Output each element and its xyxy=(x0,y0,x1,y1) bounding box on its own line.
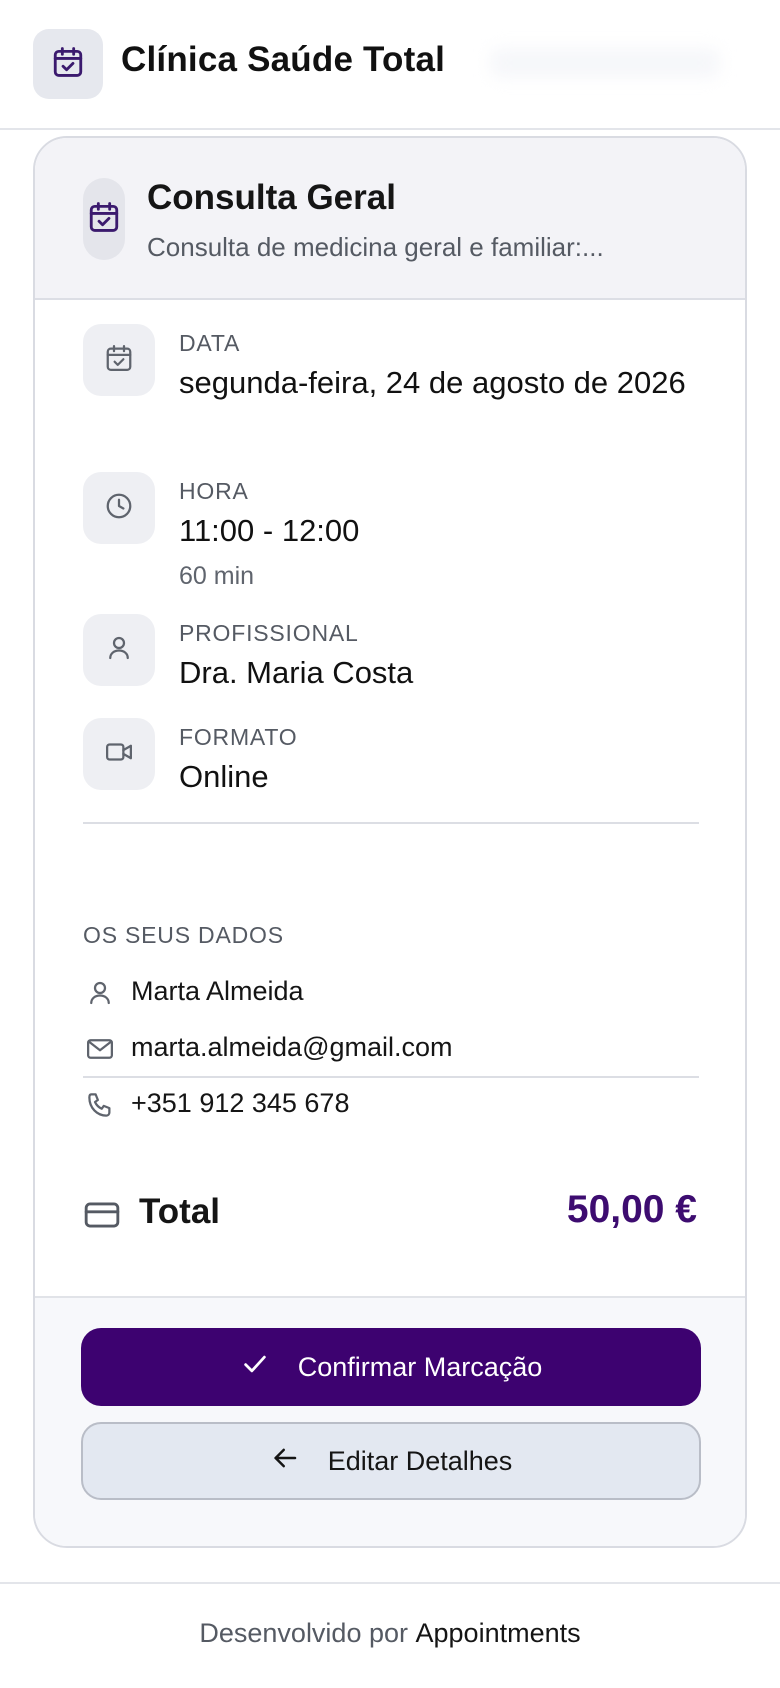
customer-phone: +351 912 345 678 xyxy=(131,1088,350,1118)
professional-label: PROFISSIONAL xyxy=(179,620,359,646)
clock-icon xyxy=(104,491,134,526)
user-icon xyxy=(104,633,134,668)
confirm-booking-label: Confirmar Marcação xyxy=(297,1351,543,1382)
format-icon-badge xyxy=(83,718,155,790)
check-icon xyxy=(240,1349,270,1386)
edit-details-button[interactable]: Editar Detalhes xyxy=(81,1422,701,1500)
detail-row-time: HORA 11:00 - 12:00 60 min xyxy=(83,472,703,592)
video-icon xyxy=(104,737,134,772)
phone-icon xyxy=(83,1088,117,1122)
customer-email-row: marta.almeida@gmail.com xyxy=(83,1028,703,1068)
service-description: Consulta de medicina geral e familiar:..… xyxy=(147,232,604,262)
time-value: 11:00 - 12:00 xyxy=(179,513,360,548)
total-price: 50,00 € xyxy=(566,1188,697,1231)
customer-name: Marta Almeida xyxy=(131,976,304,1006)
professional-icon-badge xyxy=(83,614,155,686)
actions-footer: Confirmar Marcação Editar Detalhes xyxy=(35,1296,745,1546)
calendar-check-icon xyxy=(87,200,121,239)
service-header: Consulta Geral Consulta de medicina gera… xyxy=(35,138,745,300)
date-value: segunda-feira, 24 de agosto de 2026 xyxy=(179,365,686,400)
customer-email: marta.almeida@gmail.com xyxy=(131,1032,453,1062)
time-icon-badge xyxy=(83,472,155,544)
powered-by-footer: Desenvolvido por Appointments xyxy=(0,1618,780,1649)
service-title: Consulta Geral xyxy=(147,178,396,217)
detail-row-date: DATA segunda-feira, 24 de agosto de 2026 xyxy=(83,324,703,444)
time-duration: 60 min xyxy=(179,562,255,590)
format-label: FORMATO xyxy=(179,724,298,750)
detail-row-professional: PROFISSIONAL Dra. Maria Costa xyxy=(83,614,703,704)
date-icon-badge xyxy=(83,324,155,396)
footer-divider xyxy=(0,1582,780,1584)
detail-row-format: FORMATO Online xyxy=(83,718,703,808)
booking-summary-card: Consulta Geral Consulta de medicina gera… xyxy=(33,136,747,1548)
mail-icon xyxy=(83,1032,117,1066)
footer-brand-link[interactable]: Appointments xyxy=(416,1618,581,1648)
app-header: Clínica Saúde Total xyxy=(0,0,780,130)
date-label: DATA xyxy=(179,330,241,356)
customer-name-row: Marta Almeida xyxy=(83,972,703,1012)
user-icon xyxy=(83,976,117,1010)
clinic-name: Clínica Saúde Total xyxy=(121,40,446,79)
divider xyxy=(83,822,699,824)
divider xyxy=(83,1076,699,1078)
service-icon-badge xyxy=(83,178,125,260)
format-value: Online xyxy=(179,759,269,794)
customer-section-label: OS SEUS DADOS xyxy=(83,922,284,948)
footer-prefix: Desenvolvido por xyxy=(199,1618,408,1648)
calendar-check-icon xyxy=(51,45,85,84)
time-label: HORA xyxy=(179,478,249,504)
credit-card-icon xyxy=(83,1196,121,1234)
confirm-booking-button[interactable]: Confirmar Marcação xyxy=(81,1328,701,1406)
calendar-check-icon xyxy=(104,343,134,378)
customer-phone-row: +351 912 345 678 xyxy=(83,1084,703,1124)
edit-details-label: Editar Detalhes xyxy=(327,1445,513,1476)
total-label: Total xyxy=(139,1192,221,1231)
clinic-logo xyxy=(33,29,103,99)
arrow-left-icon xyxy=(270,1443,300,1480)
professional-value: Dra. Maria Costa xyxy=(179,655,414,690)
header-fade-decoration xyxy=(490,48,720,78)
